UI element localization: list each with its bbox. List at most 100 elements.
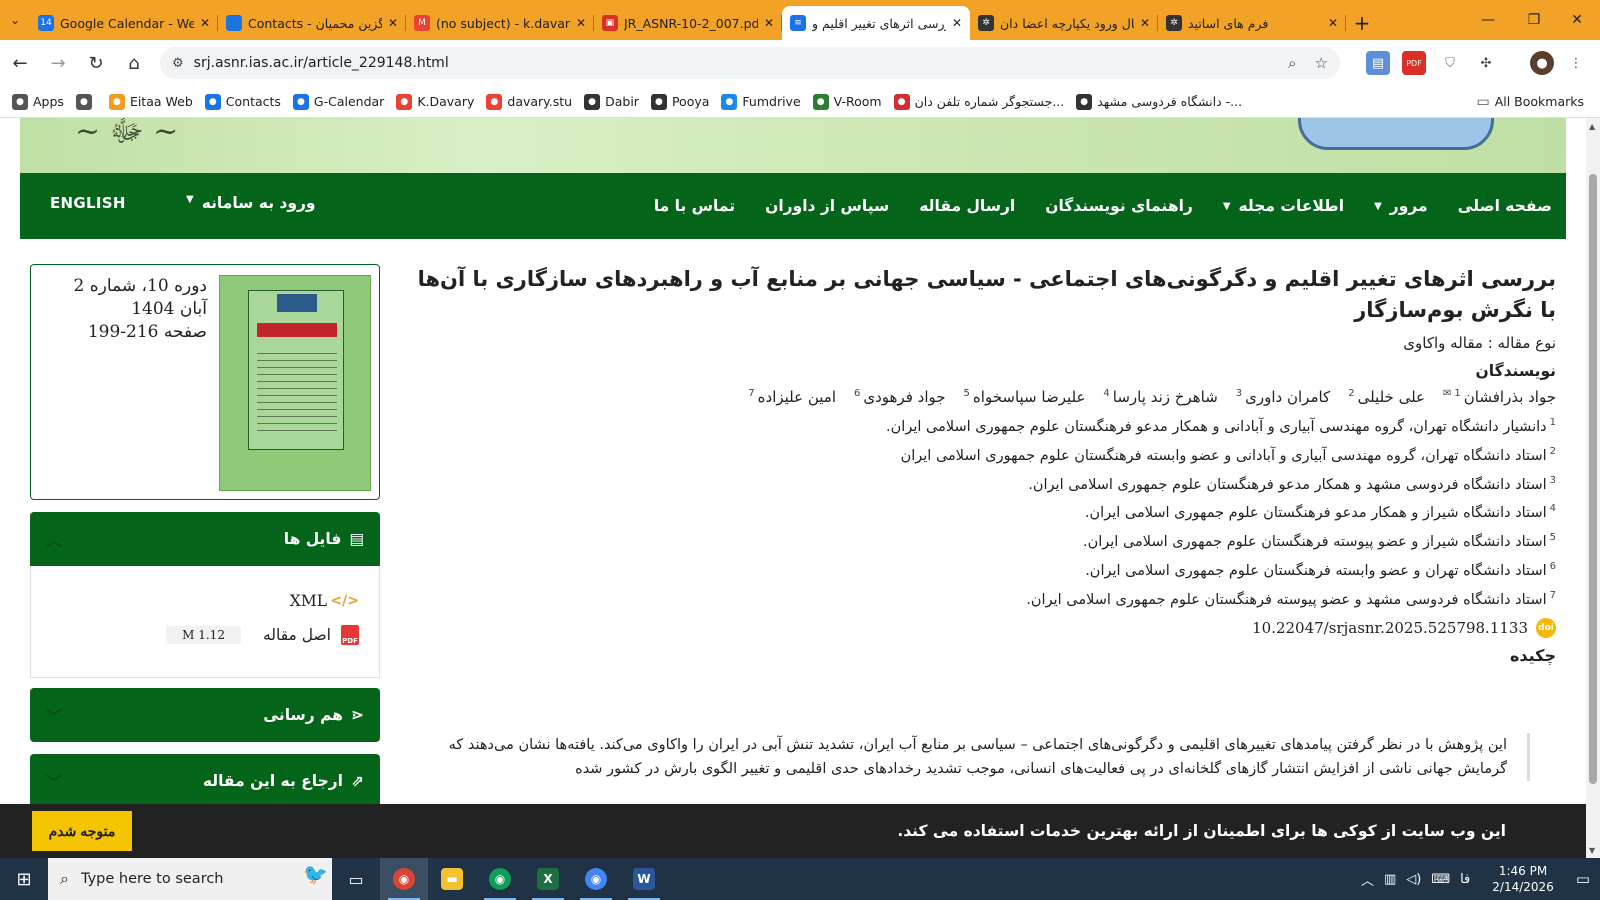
browser-tab[interactable]: ✲ پرتال ورود یکپارچه اعضا دان ✕ bbox=[970, 6, 1158, 40]
back-button[interactable]: ← bbox=[2, 45, 38, 81]
nav-browse[interactable]: مرور ▼ bbox=[1374, 197, 1428, 215]
nav-english[interactable]: ENGLISH bbox=[50, 194, 126, 212]
scroll-down-arrow-icon[interactable]: ▼ bbox=[1589, 846, 1595, 855]
reload-button[interactable]: ↻ bbox=[78, 45, 114, 81]
tab-close-icon[interactable]: ✕ bbox=[952, 16, 962, 30]
cookie-accept-button[interactable]: متوجه شدم bbox=[32, 811, 132, 851]
word-icon[interactable]: W bbox=[620, 858, 668, 900]
site-info-icon[interactable]: ⚙ bbox=[172, 56, 184, 71]
page-scrollbar[interactable]: ▲ ▼ bbox=[1586, 118, 1600, 858]
nav-author-guide[interactable]: راهنمای نویسندگان bbox=[1045, 197, 1193, 215]
issue-volume[interactable]: دوره 10، شماره 2 bbox=[67, 275, 207, 298]
nav-submit[interactable]: ارسال مقاله bbox=[919, 197, 1015, 215]
extension-icon[interactable]: ▤ bbox=[1366, 51, 1390, 75]
browser-tab[interactable]: 14 Google Calendar - Wee ✕ bbox=[30, 6, 218, 40]
browser-toolbar: ← → ↻ ⌂ ⚙ srj.asnr.ias.ac.ir/article_229… bbox=[0, 40, 1600, 86]
bookmark-item[interactable]: ● K.Davary bbox=[396, 93, 474, 110]
close-window-button[interactable]: ✕ bbox=[1554, 0, 1600, 40]
bookmark-item[interactable]: ● Eitaa Web bbox=[108, 93, 193, 110]
shield-icon[interactable]: ⛉ bbox=[1438, 51, 1462, 75]
bookmark-item[interactable]: ● Dabir bbox=[584, 93, 639, 110]
scrollbar-thumb[interactable] bbox=[1589, 174, 1597, 784]
browser-tab[interactable]: M (no subject) - k.davary@ ✕ bbox=[406, 6, 594, 40]
nav-login[interactable]: ورود به سامانه ▼ bbox=[186, 194, 316, 212]
file-pdf[interactable]: PDF اصل مقاله 1.12 M bbox=[51, 618, 359, 652]
clock[interactable]: 1:46 PM 2/14/2026 bbox=[1492, 863, 1554, 895]
bookmark-item[interactable]: ● G-Calendar bbox=[292, 93, 384, 110]
windows-start-icon[interactable]: ⊞ bbox=[0, 858, 48, 900]
pdf-extension-icon[interactable]: PDF bbox=[1402, 51, 1426, 75]
file-explorer-icon[interactable]: ▬ bbox=[428, 858, 476, 900]
chrome-active-icon[interactable]: ◉ bbox=[380, 858, 428, 900]
volume-icon[interactable]: ◁) bbox=[1406, 872, 1421, 887]
author-name[interactable]: علی خلیلی2 bbox=[1348, 388, 1425, 406]
bookmark-item[interactable]: ● دانشگاه فردوسی مشهد -... bbox=[1076, 93, 1242, 110]
address-bar[interactable]: ⚙ srj.asnr.ias.ac.ir/article_229148.html… bbox=[160, 47, 1340, 79]
tab-close-icon[interactable]: ✕ bbox=[1328, 16, 1338, 30]
chrome-profile-icon[interactable]: ◉ bbox=[572, 858, 620, 900]
minimize-button[interactable]: — bbox=[1465, 0, 1511, 40]
keyboard-icon[interactable]: ⌨ bbox=[1431, 872, 1450, 887]
home-button[interactable]: ⌂ bbox=[116, 45, 152, 81]
tab-close-icon[interactable]: ✕ bbox=[200, 16, 210, 30]
bookmark-item[interactable]: ● Contacts bbox=[204, 93, 281, 110]
tab-close-icon[interactable]: ✕ bbox=[764, 16, 774, 30]
affiliation-number: 6 bbox=[1549, 561, 1556, 573]
author-name[interactable]: جواد فرهودی6 bbox=[854, 388, 946, 406]
extensions-puzzle-icon[interactable]: ✣ bbox=[1474, 51, 1498, 75]
url-text: srj.asnr.ias.ac.ir/article_229148.html bbox=[193, 55, 449, 71]
email-icon[interactable]: ✉ bbox=[1443, 388, 1451, 399]
author-name[interactable]: علیرضا سپاسخواه5 bbox=[964, 388, 1086, 406]
zoom-icon[interactable]: ⌕ bbox=[1288, 54, 1296, 72]
browser-tab[interactable]: ≡ بررسی اثرهای تغییر اقلیم و ✕ bbox=[782, 6, 970, 40]
cite-panel-header[interactable]: ⇗ ارجاع به این مقاله ﹀ bbox=[30, 754, 380, 808]
journal-cover-image[interactable] bbox=[219, 275, 371, 491]
tray-chevron-up-icon[interactable]: ︿ bbox=[1361, 870, 1374, 889]
browser-tab[interactable]: ▣ JR_ASNR-10-2_007.pdf ✕ bbox=[594, 6, 782, 40]
author-name[interactable]: جواد بذرافشان1✉ bbox=[1443, 388, 1556, 406]
bookmark-item[interactable]: ● V-Room bbox=[812, 93, 882, 110]
tab-close-icon[interactable]: ✕ bbox=[576, 16, 586, 30]
files-panel-header[interactable]: ▤ فایل ها ︿ bbox=[30, 512, 380, 566]
menu-kebab-icon[interactable]: ⋮ bbox=[1564, 51, 1588, 75]
nav-reviewers[interactable]: سپاس از داوران bbox=[765, 197, 889, 215]
tab-close-icon[interactable]: ✕ bbox=[388, 16, 398, 30]
maximize-button[interactable]: ❐ bbox=[1511, 0, 1557, 40]
input-language[interactable]: فا bbox=[1460, 872, 1470, 887]
nav-contact[interactable]: تماس با ما bbox=[654, 197, 735, 215]
bookmark-star-icon[interactable]: ☆ bbox=[1315, 54, 1328, 72]
bookmark-item[interactable]: ● Fumdrive bbox=[721, 93, 801, 110]
bookmark-item[interactable]: ● جستجوگر شماره تلفن دان... bbox=[893, 93, 1064, 110]
task-view-icon[interactable]: ▭ bbox=[332, 858, 380, 900]
author-name[interactable]: شاهرخ زند پارسا4 bbox=[1103, 388, 1217, 406]
bookmark-item[interactable]: ● bbox=[75, 93, 97, 110]
cookie-text: این وب سایت از کوکی ها برای اطمینان از ا… bbox=[897, 822, 1506, 840]
chrome-icon[interactable]: ◉ bbox=[476, 858, 524, 900]
bookmark-item[interactable]: ● Pooya bbox=[650, 93, 709, 110]
share-panel-header[interactable]: ⋖ هم رسانی ﹀ bbox=[30, 688, 380, 742]
author-name[interactable]: کامران داوری3 bbox=[1236, 388, 1330, 406]
doi-link[interactable]: 10.22047/srjasnr.2025.525798.1133 bbox=[1252, 619, 1528, 637]
chevron-up-icon: ︿ bbox=[46, 531, 63, 550]
affiliation-text: استاد دانشگاه شیراز و عضو پیوسته فرهنگست… bbox=[1082, 534, 1547, 551]
bookmark-item[interactable]: ● Apps bbox=[12, 93, 64, 110]
nav-journal-info[interactable]: اطلاعات مجله ▼ bbox=[1223, 197, 1344, 215]
browser-tab[interactable]: ✲ فرم های اساتید ✕ bbox=[1158, 6, 1346, 40]
tab-close-icon[interactable]: ✕ bbox=[1140, 16, 1150, 30]
browser-tab[interactable]: 👤 Contacts - گزین محمیان ✕ bbox=[218, 6, 406, 40]
all-bookmarks-button[interactable]: ▭ All Bookmarks bbox=[1476, 94, 1584, 110]
excel-icon[interactable]: X bbox=[524, 858, 572, 900]
file-xml[interactable]: </> XML bbox=[51, 584, 359, 618]
file-icon: ▤ bbox=[349, 530, 364, 548]
author-name[interactable]: امین علیزاده7 bbox=[748, 388, 836, 406]
forward-button[interactable]: → bbox=[40, 45, 76, 81]
profile-avatar[interactable]: ● bbox=[1530, 51, 1554, 75]
network-icon[interactable]: ▥ bbox=[1384, 872, 1396, 887]
notification-icon[interactable]: ▭ bbox=[1576, 870, 1590, 888]
tab-search-button[interactable]: ⌄ bbox=[0, 0, 30, 40]
taskbar-search[interactable]: ⌕ Type here to search 🐦 bbox=[48, 858, 332, 900]
bookmark-item[interactable]: ● davary.stu bbox=[486, 93, 572, 110]
scroll-up-arrow-icon[interactable]: ▲ bbox=[1589, 122, 1595, 131]
nav-home[interactable]: صفحه اصلی bbox=[1458, 197, 1552, 215]
new-tab-button[interactable]: + bbox=[1346, 6, 1378, 40]
